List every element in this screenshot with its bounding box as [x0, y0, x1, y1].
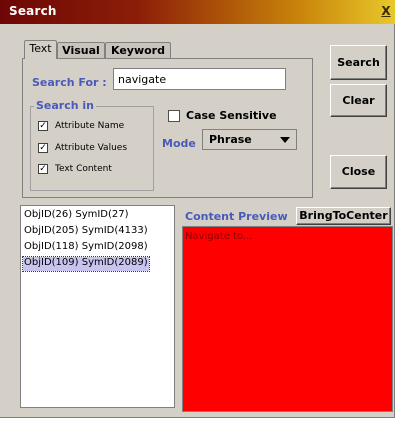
tab-keyword[interactable]: Keyword	[105, 42, 171, 58]
search-in-group: Search in ✓ Attribute Name ✓ Attribute V…	[30, 99, 154, 191]
case-sensitive-checkbox[interactable]	[168, 110, 180, 122]
attribute-name-label: Attribute Name	[55, 121, 125, 131]
case-sensitive-label: Case Sensitive	[186, 109, 277, 122]
list-item[interactable]: ObjID(118) SymID(2098)	[23, 241, 149, 255]
mode-select[interactable]: Phrase	[202, 129, 297, 150]
attribute-values-label: Attribute Values	[55, 143, 128, 153]
search-input[interactable]	[113, 68, 286, 90]
clear-button[interactable]: Clear	[330, 84, 387, 117]
text-content-checkbox[interactable]: ✓	[38, 164, 48, 174]
search-dialog: Search X Text Visual Keyword Search For …	[0, 0, 395, 418]
content-preview-label: Content Preview	[185, 210, 288, 223]
search-button[interactable]: Search	[330, 45, 387, 80]
attribute-values-checkbox[interactable]: ✓	[38, 143, 48, 153]
content-preview-area: Navigate to...	[182, 226, 393, 412]
mode-label: Mode	[162, 137, 196, 150]
list-item[interactable]: ObjID(205) SymID(4133)	[23, 225, 149, 239]
close-button[interactable]: Close	[330, 155, 387, 189]
tab-visual[interactable]: Visual	[57, 42, 105, 58]
close-window-icon[interactable]: X	[379, 4, 393, 19]
bring-to-center-button[interactable]: BringToCenter	[296, 207, 391, 225]
list-item[interactable]: ObjID(109) SymID(2089)	[22, 256, 150, 272]
preview-text: Navigate to...	[185, 231, 253, 242]
attribute-name-checkbox[interactable]: ✓	[38, 121, 48, 131]
search-in-title: Search in	[34, 99, 97, 112]
window-title: Search	[9, 4, 57, 18]
list-item[interactable]: ObjID(26) SymID(27)	[23, 209, 130, 223]
mode-selected-value: Phrase	[209, 133, 252, 146]
title-bar[interactable]: Search X	[0, 0, 395, 24]
text-content-label: Text Content	[55, 164, 112, 174]
chevron-down-icon[interactable]	[280, 137, 290, 143]
tab-text[interactable]: Text	[24, 40, 57, 59]
search-for-label: Search For :	[32, 76, 107, 89]
results-list[interactable]: ObjID(26) SymID(27) ObjID(205) SymID(413…	[20, 205, 175, 408]
text-search-panel: Search For : Search in ✓ Attribute Name …	[22, 58, 313, 198]
